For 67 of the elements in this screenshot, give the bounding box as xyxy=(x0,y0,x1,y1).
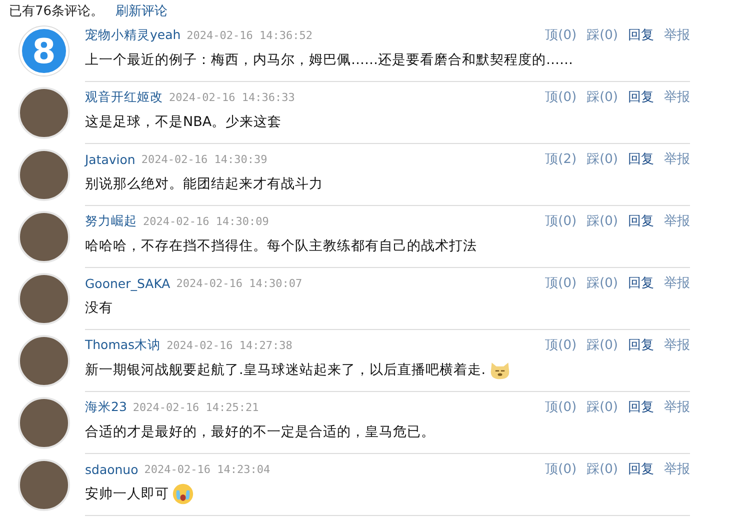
avatar-photo-placeholder[interactable] xyxy=(18,335,70,387)
avatar-photo-placeholder[interactable] xyxy=(18,459,70,511)
comment-text: 上一个最近的例子：梅西，内马尔，姆巴佩……还是要看磨合和默契程度的…… xyxy=(85,51,573,69)
username-link[interactable]: Gooner_SAKA xyxy=(85,276,170,290)
avatar-photo-placeholder[interactable] xyxy=(18,211,70,263)
report-link[interactable]: 举报 xyxy=(664,336,690,354)
report-link[interactable]: 举报 xyxy=(664,274,690,292)
avatar-photo-placeholder[interactable] xyxy=(18,87,70,139)
downvote-link[interactable]: 踩(0) xyxy=(586,88,618,106)
upvote-link[interactable]: 顶(2) xyxy=(545,150,577,168)
downvote-link[interactable]: 踩(0) xyxy=(586,150,618,168)
upvote-link[interactable]: 顶(0) xyxy=(545,274,577,292)
downvote-link[interactable]: 踩(0) xyxy=(586,336,618,354)
comment-text: 哈哈哈，不存在挡不挡得住。每个队主教练都有自己的战术打法 xyxy=(85,237,477,255)
upvote-link[interactable]: 顶(0) xyxy=(545,398,577,416)
downvote-link[interactable]: 踩(0) xyxy=(586,460,618,478)
upvote-link[interactable]: 顶(0) xyxy=(545,336,577,354)
downvote-link[interactable]: 踩(0) xyxy=(586,212,618,230)
reply-link[interactable]: 回复 xyxy=(628,26,654,44)
upvote-link[interactable]: 顶(0) xyxy=(545,88,577,106)
reply-link[interactable]: 回复 xyxy=(628,88,654,106)
comment-text: 这是足球，不是NBA。少来这套 xyxy=(85,113,282,131)
username-link[interactable]: Jatavion xyxy=(85,152,136,166)
upvote-link[interactable]: 顶(0) xyxy=(545,212,577,230)
report-link[interactable]: 举报 xyxy=(664,212,690,230)
reply-link[interactable]: 回复 xyxy=(628,150,654,168)
username-link[interactable]: 宠物小精灵yeah xyxy=(85,26,181,44)
comment-time: 2024-02-16 14:30:07 xyxy=(176,276,302,290)
reply-link[interactable]: 回复 xyxy=(628,274,654,292)
username-link[interactable]: 努力崛起 xyxy=(85,212,137,230)
comment-time: 2024-02-16 14:36:33 xyxy=(169,90,295,104)
avatar-logo[interactable]: 8 xyxy=(18,25,70,77)
comment-text: 新一期银河战舰要起航了.皇马球迷站起来了，以后直播吧横着走. xyxy=(85,361,486,379)
comment-text: 没有 xyxy=(85,299,113,317)
report-link[interactable]: 举报 xyxy=(664,460,690,478)
reply-link[interactable]: 回复 xyxy=(628,460,654,478)
downvote-link[interactable]: 踩(0) xyxy=(586,26,618,44)
avatar-photo-placeholder[interactable] xyxy=(18,397,70,449)
comment-time: 2024-02-16 14:23:04 xyxy=(144,462,270,476)
downvote-link[interactable]: 踩(0) xyxy=(586,274,618,292)
avatar-photo-placeholder[interactable] xyxy=(18,273,70,325)
upvote-link[interactable]: 顶(0) xyxy=(545,460,577,478)
username-link[interactable]: Thomas木讷 xyxy=(85,336,161,354)
comment-count: 已有76条评论。 xyxy=(9,2,104,20)
avatar-photo-placeholder[interactable] xyxy=(18,149,70,201)
username-link[interactable]: sdaonuo xyxy=(85,462,138,476)
report-link[interactable]: 举报 xyxy=(664,26,690,44)
reply-link[interactable]: 回复 xyxy=(628,336,654,354)
report-link[interactable]: 举报 xyxy=(664,398,690,416)
comment-text: 合适的才是最好的，最好的不一定是合适的，皇马危已。 xyxy=(85,423,435,441)
upvote-link[interactable]: 顶(0) xyxy=(545,26,577,44)
crying-emoji-icon xyxy=(172,483,194,505)
downvote-link[interactable]: 踩(0) xyxy=(586,398,618,416)
reply-link[interactable]: 回复 xyxy=(628,398,654,416)
comment-text: 安帅一人即可 xyxy=(85,485,169,503)
reply-link[interactable]: 回复 xyxy=(628,212,654,230)
report-link[interactable]: 举报 xyxy=(664,150,690,168)
comment-time: 2024-02-16 14:36:52 xyxy=(186,28,313,42)
comment-time: 2024-02-16 14:27:38 xyxy=(166,338,292,352)
comment-time: 2024-02-16 14:30:39 xyxy=(141,152,268,166)
username-link[interactable]: 观音开红姬改 xyxy=(85,88,163,106)
comment-text: 别说那么绝对。能团结起来才有战斗力 xyxy=(85,175,323,193)
comment-time: 2024-02-16 14:25:21 xyxy=(132,400,259,414)
report-link[interactable]: 举报 xyxy=(664,88,690,106)
comment-time: 2024-02-16 14:30:09 xyxy=(143,214,269,228)
refresh-comments-link[interactable]: 刷新评论 xyxy=(116,2,168,20)
username-link[interactable]: 海米23 xyxy=(85,398,127,416)
